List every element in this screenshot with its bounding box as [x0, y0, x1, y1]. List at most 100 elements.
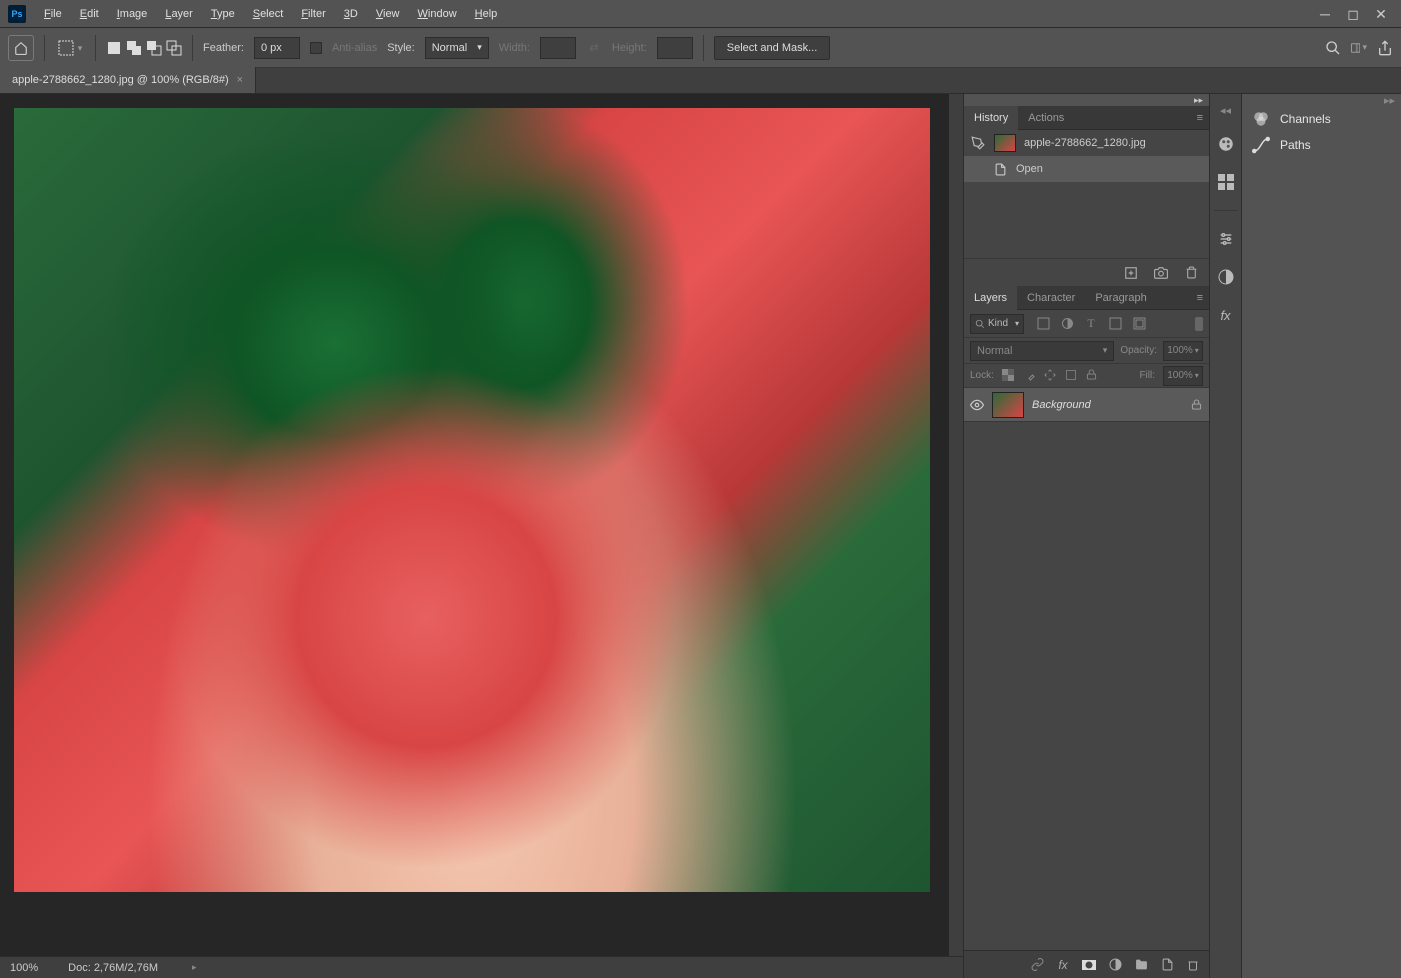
filter-pixel-icon[interactable]	[1036, 317, 1050, 331]
filter-smart-icon[interactable]	[1132, 317, 1146, 331]
close-tab-icon[interactable]: ×	[237, 74, 243, 86]
tab-history[interactable]: History	[964, 106, 1018, 130]
home-button[interactable]	[8, 35, 34, 61]
history-panel-menu-icon[interactable]: ≡	[1191, 112, 1209, 124]
layers-panel-menu-icon[interactable]: ≡	[1191, 292, 1209, 304]
history-step-row[interactable]: Open	[964, 156, 1209, 182]
tab-layers[interactable]: Layers	[964, 286, 1017, 310]
selection-intersect-icon[interactable]	[166, 40, 182, 56]
properties-panel-icon[interactable]	[1216, 229, 1236, 249]
channels-panel-button[interactable]: Channels	[1242, 106, 1401, 132]
labeled-collapse-handle[interactable]: ▸▸	[1242, 94, 1401, 106]
menu-edit[interactable]: Edit	[72, 4, 107, 24]
antialias-checkbox	[310, 42, 322, 54]
layers-filter-bar: Kind▾ T	[964, 310, 1209, 338]
link-layers-icon[interactable]	[1029, 957, 1045, 973]
swap-wh-icon: ⇄	[586, 40, 602, 56]
history-snapshot-row[interactable]: apple-2788662_1280.jpg	[964, 130, 1209, 156]
history-panel: History Actions ≡ apple-2788662_1280.jpg…	[964, 106, 1209, 286]
feather-label: Feather:	[203, 42, 244, 54]
menu-window[interactable]: Window	[410, 4, 465, 24]
selection-new-icon[interactable]	[106, 40, 122, 56]
canvas-viewport[interactable]	[0, 94, 963, 956]
layer-row-background[interactable]: Background	[964, 388, 1209, 422]
canvas-image[interactable]	[14, 108, 930, 892]
menu-select[interactable]: Select	[245, 4, 292, 24]
lock-transparency-icon[interactable]	[1002, 369, 1015, 382]
selection-add-icon[interactable]	[126, 40, 142, 56]
search-icon[interactable]	[1325, 40, 1341, 56]
delete-layer-icon[interactable]	[1185, 957, 1201, 973]
layer-thumbnail	[992, 392, 1024, 418]
style-select[interactable]: Normal▾	[425, 37, 489, 59]
feather-input[interactable]	[254, 37, 300, 59]
window-close[interactable]: ✕	[1369, 4, 1393, 24]
lock-label: Lock:	[970, 370, 994, 381]
vertical-scrollbar[interactable]	[949, 94, 963, 956]
layer-style-icon[interactable]: fx	[1055, 957, 1071, 973]
menu-file[interactable]: File	[36, 4, 70, 24]
filter-kind-select[interactable]: Kind▾	[970, 314, 1024, 334]
styles-panel-icon[interactable]: fx	[1216, 305, 1236, 325]
lock-artboard-icon[interactable]	[1065, 369, 1078, 382]
history-thumbnail	[994, 134, 1016, 152]
menu-view[interactable]: View	[368, 4, 408, 24]
tab-character[interactable]: Character	[1017, 286, 1085, 310]
filter-shape-icon[interactable]	[1108, 317, 1122, 331]
icon-panel-strip: ◂◂ fx	[1209, 94, 1241, 978]
new-group-icon[interactable]	[1133, 957, 1149, 973]
strip-collapse-handle[interactable]: ◂◂	[1210, 104, 1241, 116]
height-input	[657, 37, 693, 59]
menu-filter[interactable]: Filter	[293, 4, 333, 24]
tab-paragraph[interactable]: Paragraph	[1085, 286, 1156, 310]
panel-dock: ▸▸ History Actions ≡ apple-2788662_1280.…	[963, 94, 1209, 978]
lock-position-icon[interactable]	[1044, 369, 1057, 382]
selection-subtract-icon[interactable]	[146, 40, 162, 56]
menu-image[interactable]: Image	[109, 4, 156, 24]
lock-image-icon[interactable]	[1023, 369, 1036, 382]
statusbar-flyout-icon[interactable]: ▸	[192, 962, 197, 973]
window-minimize[interactable]: ─	[1313, 4, 1337, 24]
snapshot-camera-icon[interactable]	[1153, 265, 1169, 281]
width-label: Width:	[499, 42, 530, 54]
swatches-panel-icon[interactable]	[1216, 172, 1236, 192]
menu-3d[interactable]: 3D	[336, 4, 366, 24]
opacity-value[interactable]: 100%▾	[1163, 341, 1203, 361]
doc-size[interactable]: Doc: 2,76M/2,76M	[68, 962, 158, 974]
filter-toggle[interactable]	[1195, 317, 1203, 331]
paths-panel-button[interactable]: Paths	[1242, 132, 1401, 158]
fill-value[interactable]: 100%▾	[1163, 366, 1203, 386]
adjustment-layer-icon[interactable]	[1107, 957, 1123, 973]
document-tab-title: apple-2788662_1280.jpg @ 100% (RGB/8#)	[12, 74, 229, 86]
menu-layer[interactable]: Layer	[157, 4, 201, 24]
zoom-level[interactable]: 100%	[10, 962, 38, 974]
document-tab[interactable]: apple-2788662_1280.jpg @ 100% (RGB/8#) ×	[0, 67, 256, 93]
color-panel-icon[interactable]	[1216, 134, 1236, 154]
canvas-area: 100% Doc: 2,76M/2,76M ▸	[0, 94, 963, 978]
new-layer-icon[interactable]	[1159, 957, 1175, 973]
right-labeled-panel: ▸▸ Channels Paths	[1241, 94, 1401, 978]
tab-actions[interactable]: Actions	[1018, 106, 1074, 130]
filter-adjustment-icon[interactable]	[1060, 317, 1074, 331]
select-and-mask-button[interactable]: Select and Mask...	[714, 36, 831, 60]
paths-icon	[1252, 136, 1270, 154]
menu-help[interactable]: Help	[467, 4, 506, 24]
menu-type[interactable]: Type	[203, 4, 243, 24]
panel-collapse-handle[interactable]: ▸▸	[964, 94, 1209, 106]
fill-label: Fill:	[1139, 370, 1155, 381]
share-icon[interactable]	[1377, 40, 1393, 56]
layer-mask-icon[interactable]	[1081, 957, 1097, 973]
window-maximize[interactable]: ◻	[1341, 4, 1365, 24]
lock-all-icon[interactable]	[1086, 369, 1099, 382]
height-label: Height:	[612, 42, 647, 54]
delete-state-icon[interactable]	[1183, 265, 1199, 281]
workspace-switcher-icon[interactable]	[1351, 40, 1367, 56]
tool-preset-selector[interactable]	[55, 35, 85, 61]
adjustments-panel-icon[interactable]	[1216, 267, 1236, 287]
blend-mode-select[interactable]: Normal▾	[970, 341, 1114, 361]
layer-visibility-icon[interactable]	[970, 398, 984, 412]
antialias-label: Anti-alias	[332, 42, 377, 54]
app-icon: Ps	[8, 5, 26, 23]
filter-type-icon[interactable]: T	[1084, 317, 1098, 331]
create-document-icon[interactable]	[1123, 265, 1139, 281]
